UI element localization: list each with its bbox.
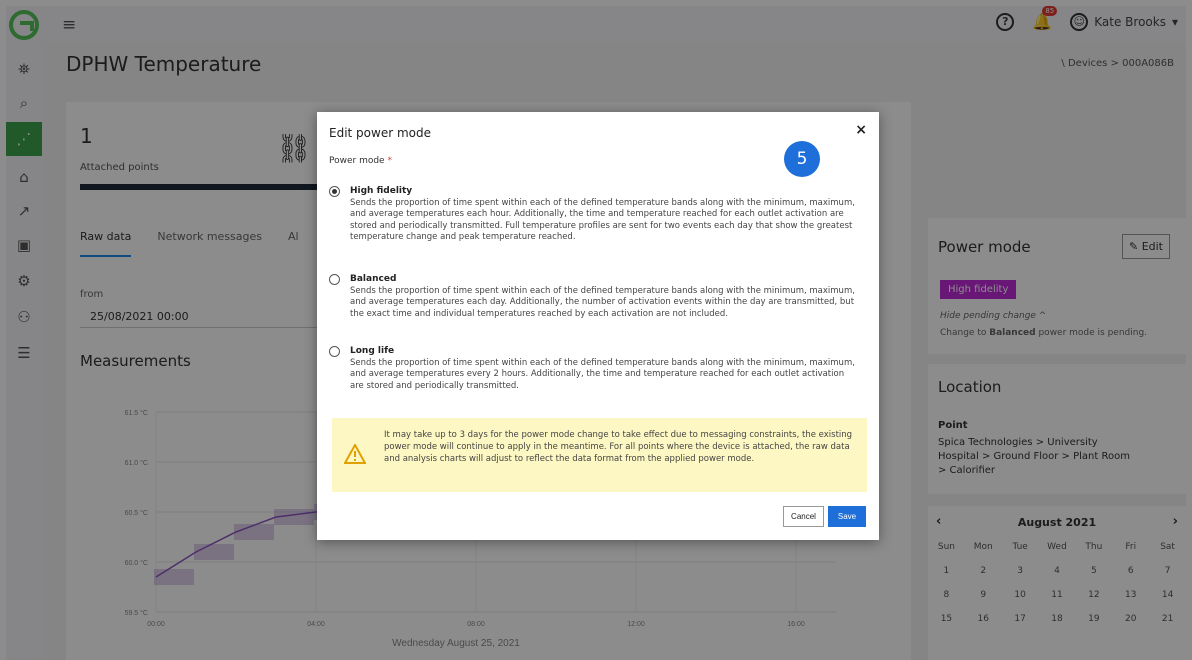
required-mark: * bbox=[387, 156, 392, 166]
option-label: Long life bbox=[350, 346, 395, 356]
radio-long-life[interactable] bbox=[329, 346, 340, 357]
cancel-button[interactable]: Cancel bbox=[783, 506, 824, 527]
option-description: Sends the proportion of time spent withi… bbox=[350, 286, 855, 319]
option-label: Balanced bbox=[350, 274, 397, 284]
option-label: High fidelity bbox=[350, 186, 413, 196]
radio-balanced[interactable] bbox=[329, 274, 340, 285]
radio-high-fidelity[interactable] bbox=[329, 186, 340, 197]
dialog-title: Edit power mode bbox=[329, 126, 431, 140]
close-icon[interactable]: × bbox=[855, 122, 867, 138]
field-label-text: Power mode bbox=[329, 156, 385, 166]
edit-power-mode-dialog: Edit power mode × Power mode * 5 High fi… bbox=[317, 112, 879, 540]
warning-text: It may take up to 3 days for the power m… bbox=[384, 430, 853, 464]
warning-box: It may take up to 3 days for the power m… bbox=[332, 418, 867, 492]
power-mode-field-label: Power mode * bbox=[329, 156, 392, 166]
save-button[interactable]: Save bbox=[828, 506, 866, 527]
warning-icon bbox=[344, 444, 366, 464]
option-description: Sends the proportion of time spent withi… bbox=[350, 358, 855, 391]
option-description: Sends the proportion of time spent withi… bbox=[350, 198, 855, 242]
step-badge: 5 bbox=[784, 141, 820, 177]
